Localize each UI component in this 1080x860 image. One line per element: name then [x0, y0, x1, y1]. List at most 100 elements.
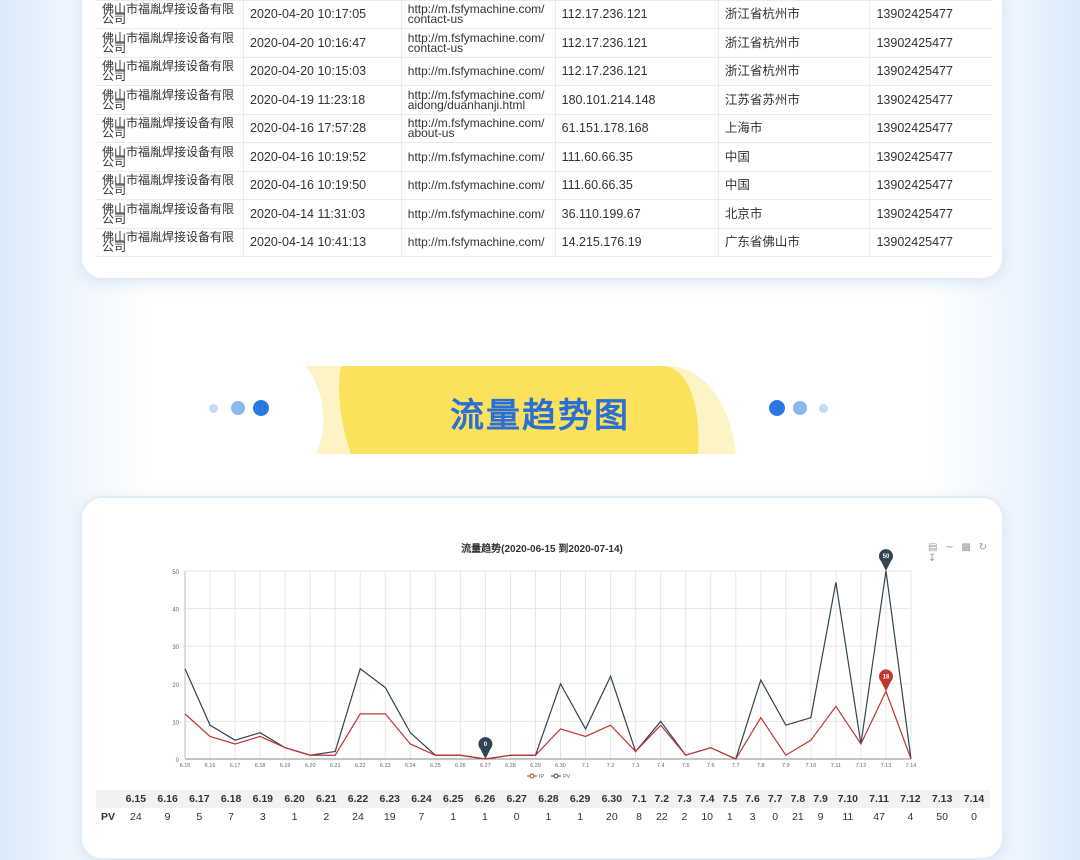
pv-value-cell: 1	[291, 811, 298, 823]
time-cell: 2020-04-14 10:41:13	[243, 228, 402, 257]
phone-cell: 13902425477	[869, 228, 992, 257]
pv-value-cell: 0	[513, 811, 520, 823]
table-row: 佛山市福胤焊接设备有限公司 2020-04-20 10:15:03 http://m…	[96, 57, 992, 86]
company-cell: 佛山市福胤焊接设备有限公司	[96, 171, 245, 200]
pv-value-cell: 1	[726, 811, 733, 823]
pv-date-cell: 6.26	[469, 790, 501, 808]
region-cell: 北京市	[718, 199, 871, 229]
table-row: 佛山市福胤焊接设备有限公司 2020-04-20 10:17:05 http://m…	[96, 0, 992, 29]
pv-value-cell: 1	[577, 811, 584, 823]
time-cell: 2020-04-20 10:15:03	[243, 57, 402, 86]
pv-value-cell: 7	[418, 811, 425, 823]
pv-date-cell: 7.14	[957, 790, 990, 808]
table-row: 佛山市福胤焊接设备有限公司 2020-04-20 10:16:47 http://m…	[96, 28, 992, 58]
pv-date-cell: 7.9	[809, 790, 832, 808]
pv-value-cell: 21	[792, 811, 804, 823]
url-cell[interactable]: http://m.fsfymachine.com/	[401, 57, 556, 86]
company-cell: 佛山市福胤焊接设备有限公司	[96, 85, 245, 115]
phone-cell: 13902425477	[869, 114, 992, 143]
pv-date-cell: 7.4	[695, 790, 719, 808]
pv-value-cell: 24	[130, 811, 142, 823]
pv-value-cell: 10	[701, 811, 713, 823]
pv-value-cell: 4	[907, 811, 914, 823]
line-icon[interactable]: ∼	[945, 542, 953, 553]
region-cell: 中国	[718, 142, 871, 172]
visit-records-table: 佛山市福胤焊接设备有限公司2020-04-20 10:17:06http://m…	[96, 0, 992, 257]
pv-date-cell: 6.16	[151, 790, 184, 808]
ip-cell: 61.151.178.168	[555, 114, 719, 143]
pv-date-cell: 6.28	[532, 790, 565, 808]
phone-cell: 13902425477	[869, 28, 992, 58]
pv-value-cell: 19	[383, 811, 396, 823]
pv-date-cell: 6.27	[500, 790, 533, 808]
phone-cell: 13902425477	[869, 171, 992, 200]
pv-value-cell: 9	[817, 811, 824, 823]
table-row: 佛山市福胤焊接设备有限公司 2020-04-14 11:31:03 http://m…	[96, 199, 992, 229]
url-cell[interactable]: http://m.fsfymachine.com/about-us	[401, 114, 556, 143]
pv-date-cell: 7.5	[718, 790, 742, 808]
pv-value-cell: 2	[323, 811, 330, 823]
pv-value-cell: 3	[749, 811, 756, 823]
ip-cell: 36.110.199.67	[555, 199, 719, 229]
time-cell: 2020-04-14 11:31:03	[243, 199, 402, 229]
pv-date-cell: 7.7	[763, 790, 787, 808]
url-cell[interactable]: http://m.fsfymachine.com/aidong/duanhanj…	[401, 85, 556, 115]
pv-date-cell: 7.3	[673, 790, 696, 808]
time-cell: 2020-04-16 10:19:50	[243, 171, 402, 200]
ip-cell: 14.215.176.19	[555, 228, 719, 257]
pv-date-cell: 6.23	[373, 790, 406, 808]
pv-value-cell: 8	[636, 811, 643, 823]
pv-date-cell: 7.8	[786, 790, 810, 808]
company-cell: 佛山市福胤焊接设备有限公司	[96, 142, 245, 172]
pv-value-cell: 50	[936, 811, 948, 823]
pv-value-cell: 3	[259, 811, 266, 823]
pv-value-cell: 9	[164, 811, 171, 823]
pv-date-cell: 6.19	[246, 790, 279, 808]
restore-icon[interactable]: ↻	[979, 542, 987, 553]
url-cell[interactable]: http://m.fsfymachine.com/	[401, 228, 556, 257]
company-cell: 佛山市福胤焊接设备有限公司	[96, 228, 245, 257]
pv-date-cell: 6.30	[596, 790, 628, 808]
url-cell[interactable]: http://m.fsfymachine.com/	[401, 199, 556, 229]
pv-date-cell: 7.11	[863, 790, 895, 808]
url-cell[interactable]: http://m.fsfymachine.com/contact-us	[401, 28, 556, 58]
pv-table: 6.15 6.16 6.17 6.18 6.19 6.20 6.21 6.22 6.23 6.24…	[96, 790, 990, 826]
ip-cell: 112.17.236.121	[555, 57, 719, 86]
url-cell[interactable]: http://m.fsfymachine.com/	[401, 171, 556, 200]
url-cell[interactable]: http://m.fsfymachine.com/	[401, 142, 556, 172]
pv-date-cell: 6.24	[405, 790, 438, 808]
time-cell: 2020-04-20 10:16:47	[243, 28, 402, 58]
pv-date-cell: 7.6	[741, 790, 764, 808]
pv-date-cell: 6.25	[437, 790, 470, 808]
ip-cell: 112.17.236.121	[555, 28, 719, 58]
pv-date-cell: 7.1	[627, 790, 651, 808]
time-cell: 2020-04-19 11:23:18	[243, 85, 402, 115]
url-cell[interactable]: http://m.fsfymachine.com/contact-us	[401, 0, 556, 29]
region-cell: 浙江省杭州市	[718, 28, 871, 58]
pv-date-cell: 7.10	[831, 790, 864, 808]
pv-value-cell: 1	[450, 811, 457, 823]
company-cell: 佛山市福胤焊接设备有限公司	[96, 114, 245, 143]
company-cell: 佛山市福胤焊接设备有限公司	[96, 28, 245, 58]
phone-cell: 13902425477	[869, 142, 992, 172]
region-cell: 江苏省苏州市	[718, 85, 871, 115]
table-row: 佛山市福胤焊接设备有限公司 2020-04-14 10:41:13 http://m…	[96, 228, 992, 257]
region-cell: 浙江省杭州市	[718, 0, 871, 29]
pv-row-label: PV	[100, 811, 115, 823]
table-row: 佛山市福胤焊接设备有限公司 2020-04-19 11:23:18 http://m…	[96, 85, 992, 115]
data-view-icon[interactable]: ▤	[928, 542, 937, 553]
pv-date-cell: 6.29	[564, 790, 597, 808]
pv-value-cell: 0	[971, 811, 977, 823]
pv-value-cell: 20	[606, 811, 618, 823]
pv-date-cell: 7.12	[894, 790, 927, 808]
time-cell: 2020-04-16 17:57:28	[243, 114, 402, 143]
table-row: 佛山市福胤焊接设备有限公司 2020-04-16 10:19:50 http://m…	[96, 171, 992, 200]
pv-value-cell: 2	[681, 811, 688, 823]
bar-icon[interactable]: ▩	[961, 542, 970, 553]
region-cell: 中国	[718, 171, 871, 200]
download-icon[interactable]: ↧	[928, 553, 936, 564]
visit-records-card: 佛山市福胤焊接设备有限公司2020-04-20 10:17:06http://m…	[80, 0, 1004, 280]
phone-cell: 13902425477	[869, 85, 992, 115]
pv-value-cell: 5	[196, 811, 203, 823]
pv-table-header: 6.15 6.16 6.17 6.18 6.19 6.20 6.21 6.22 6.23 6.24…	[96, 790, 990, 808]
